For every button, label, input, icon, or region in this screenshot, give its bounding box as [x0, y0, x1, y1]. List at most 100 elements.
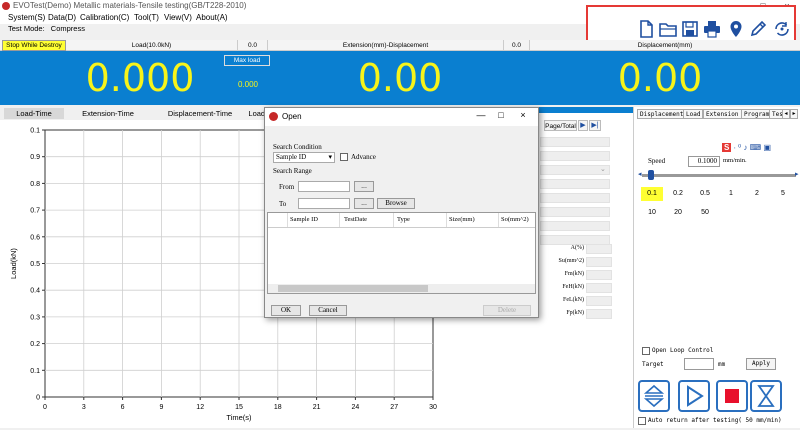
- save-icon[interactable]: [680, 19, 700, 39]
- auto-return-label: Auto return after testing( 50 mm/min): [648, 417, 782, 424]
- th-test-date[interactable]: TestDate: [344, 213, 394, 227]
- x-axis-label: Time(s): [226, 413, 252, 422]
- y-tick-label: 0.9: [30, 154, 40, 161]
- location-pin-icon[interactable]: [726, 19, 746, 39]
- speed-option-5[interactable]: 5: [772, 187, 794, 201]
- th-so[interactable]: So(mm^2): [501, 213, 537, 227]
- result-field-6[interactable]: [540, 221, 610, 231]
- from-date-input[interactable]: [298, 181, 350, 192]
- browse-button[interactable]: Browse: [377, 198, 415, 209]
- print-icon[interactable]: [702, 19, 722, 39]
- th-size[interactable]: Size(mm): [449, 213, 499, 227]
- open-loop-checkbox[interactable]: [642, 347, 650, 355]
- open-loop-label: Open Loop Control: [652, 347, 714, 354]
- speed-slider-track[interactable]: [642, 174, 796, 177]
- result-field-1[interactable]: [540, 137, 610, 147]
- cancel-button[interactable]: Cancel: [309, 305, 347, 316]
- speed-option-2[interactable]: 2: [746, 187, 768, 201]
- auto-return-checkbox[interactable]: [638, 417, 646, 425]
- x-tick-label: 21: [313, 404, 321, 411]
- y-tick-label: 0.1: [30, 128, 40, 135]
- value-fm: [586, 270, 612, 280]
- stop-while-destroy-button[interactable]: Stop While Destroy: [2, 40, 66, 51]
- menu-data[interactable]: Data(D): [48, 13, 76, 22]
- test-mode-label: Test Mode:: [8, 24, 45, 33]
- value-feh: [586, 283, 612, 293]
- speed-option-50[interactable]: 50: [694, 206, 716, 220]
- menu-system[interactable]: System(S): [8, 13, 45, 22]
- dialog-close-button[interactable]: ×: [516, 110, 530, 120]
- to-date-input[interactable]: [298, 198, 350, 209]
- tab-load-time[interactable]: Load-Time: [4, 108, 64, 119]
- next-page-icon[interactable]: ▶: [578, 120, 588, 131]
- from-picker-button[interactable]: ...: [354, 181, 374, 192]
- speed-option-0-1[interactable]: 0.1: [641, 187, 663, 201]
- pencil-icon[interactable]: [748, 19, 768, 39]
- x-tick-label: 27: [390, 404, 398, 411]
- x-tick-label: 15: [235, 404, 243, 411]
- dialog-title-bar: Open — □ ×: [265, 108, 538, 126]
- dialog-logo-icon: [269, 112, 278, 121]
- delete-button[interactable]: Delete: [483, 305, 531, 316]
- result-field-5[interactable]: [540, 207, 610, 217]
- menu-calibration[interactable]: Calibration(C): [80, 13, 129, 22]
- x-tick-label: 12: [196, 404, 204, 411]
- menu-view[interactable]: View(V): [164, 13, 192, 22]
- open-folder-icon[interactable]: [658, 19, 678, 39]
- tab-extension[interactable]: Extension: [703, 109, 742, 119]
- new-file-icon[interactable]: [636, 19, 656, 39]
- refresh-icon[interactable]: [772, 19, 792, 39]
- menu-about[interactable]: About(A): [196, 13, 228, 22]
- result-field-2[interactable]: [540, 151, 610, 161]
- dialog-minimize-button[interactable]: —: [474, 110, 488, 120]
- advance-checkbox[interactable]: [340, 153, 348, 161]
- stop-button[interactable]: [716, 380, 748, 412]
- tab-extension-time[interactable]: Extension-Time: [70, 108, 146, 119]
- result-field-4[interactable]: [540, 193, 610, 203]
- horizontal-scrollbar[interactable]: [268, 284, 535, 293]
- results-table: Sample ID TestDate Type Size(mm) So(mm^2…: [267, 212, 536, 294]
- to-picker-button[interactable]: ...: [354, 198, 374, 209]
- dialog-maximize-button[interactable]: □: [494, 110, 508, 120]
- speed-option-10[interactable]: 10: [641, 206, 663, 220]
- menu-tool[interactable]: Tool(T): [134, 13, 159, 22]
- max-load-button[interactable]: Max load: [224, 55, 270, 66]
- start-button[interactable]: [678, 380, 710, 412]
- result-field-3[interactable]: [540, 179, 610, 189]
- tab-scroll-left-icon[interactable]: ◂: [782, 109, 790, 119]
- y-tick-label: 0.1: [30, 368, 40, 375]
- chevron-down-icon: ⌄: [600, 166, 606, 173]
- speed-input[interactable]: 0.1000: [688, 156, 720, 167]
- sogou-icon: S: [722, 143, 732, 152]
- return-button[interactable]: [638, 380, 670, 412]
- from-label: From: [279, 183, 295, 191]
- y-tick-label: 0.6: [30, 234, 40, 241]
- x-tick-label: 6: [121, 404, 125, 411]
- speed-option-1[interactable]: 1: [720, 187, 742, 201]
- target-input[interactable]: [684, 358, 714, 370]
- extension-readout: 0.00: [357, 56, 443, 100]
- scrollbar-thumb[interactable]: [278, 285, 428, 292]
- search-condition-label: Search Condition: [273, 143, 322, 151]
- test-mode-value: Compress: [50, 24, 85, 33]
- x-tick-label: 0: [43, 404, 47, 411]
- open-dialog: Open — □ × Search Condition Sample ID ▾ …: [264, 107, 539, 318]
- last-page-icon[interactable]: ▶|: [589, 120, 601, 131]
- speed-option-0-5[interactable]: 0.5: [694, 187, 716, 201]
- tab-scroll-right-icon[interactable]: ▸: [790, 109, 798, 119]
- th-type[interactable]: Type: [397, 213, 447, 227]
- apply-button[interactable]: Apply: [746, 358, 776, 370]
- hold-button[interactable]: [750, 380, 782, 412]
- speed-slider-handle[interactable]: [648, 170, 654, 180]
- tab-program[interactable]: Program: [741, 109, 773, 119]
- speed-option-20[interactable]: 20: [667, 206, 689, 220]
- slider-right-icon[interactable]: ▸: [795, 170, 799, 178]
- tab-displacement[interactable]: Displacement: [637, 109, 687, 119]
- ok-button[interactable]: OK: [271, 305, 301, 316]
- speed-option-0-2[interactable]: 0.2: [667, 187, 689, 201]
- tab-displacement-time[interactable]: Displacement-Time: [150, 108, 250, 119]
- tab-load[interactable]: Load: [683, 109, 704, 119]
- th-sample-id[interactable]: Sample ID: [290, 213, 340, 227]
- slider-left-icon[interactable]: ◂: [638, 170, 642, 178]
- sample-id-select[interactable]: Sample ID ▾: [273, 152, 335, 163]
